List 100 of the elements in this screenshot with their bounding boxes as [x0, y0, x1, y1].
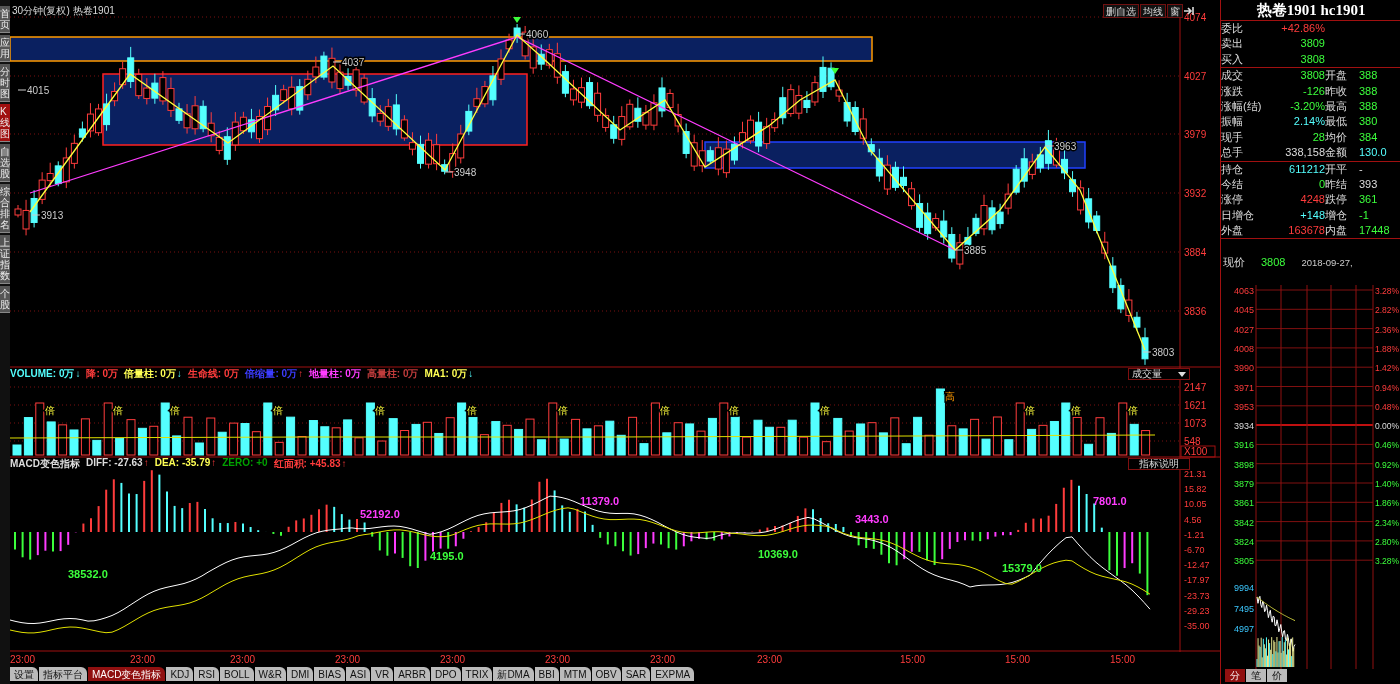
side-tab[interactable]: 综合排名 — [0, 184, 10, 233]
field-label: 日增仓 — [1221, 207, 1255, 223]
side-tab[interactable]: 分时图 — [0, 64, 10, 102]
field-value: 3809 — [1299, 36, 1325, 52]
axis-label: 2147 — [1184, 382, 1207, 393]
toolbar-button[interactable]: 窗 — [1167, 4, 1183, 18]
indicator-tab[interactable]: 新DMA — [493, 667, 534, 681]
axis-label: 4074 — [1184, 12, 1207, 23]
legend-item: 生命线: 0万 — [187, 367, 240, 381]
chart-tab[interactable]: 分 — [1225, 669, 1245, 683]
field-value: 361 — [1358, 192, 1379, 208]
side-tab[interactable]: K线图 — [0, 104, 10, 142]
volume-mark: 倍 — [1025, 405, 1036, 416]
field-label: 最高 — [1325, 98, 1348, 114]
axis-label: 3953 — [1233, 402, 1254, 413]
indicator-tab[interactable]: DPO — [430, 667, 461, 681]
indicator-tab[interactable]: W&R — [254, 667, 286, 681]
indicator-tab[interactable]: BIAS — [314, 667, 346, 681]
indicator-tab[interactable]: TRIX — [461, 667, 493, 681]
average-line — [1256, 596, 1296, 622]
indicator-tab[interactable]: RSI — [194, 667, 220, 681]
indicator-tab[interactable]: 指标平台 — [39, 667, 87, 681]
axis-label: 3836 — [1184, 306, 1207, 317]
field-label: 涨停 — [1221, 192, 1244, 208]
axis-label: 21.31 — [1184, 470, 1207, 479]
legend-item: MA1: 0万↓ — [424, 367, 474, 381]
field-label: 持仓 — [1221, 161, 1244, 177]
indicator-tab[interactable]: 设置 — [10, 667, 38, 681]
field-value: 130.0 — [1358, 145, 1388, 161]
indicator-tab[interactable]: KDJ — [166, 667, 194, 681]
axis-label: 3805 — [1233, 556, 1254, 567]
volume-mark: 倍 — [113, 405, 124, 416]
field-value: 338,158 — [1284, 145, 1325, 161]
volume-bars-drawing — [1256, 637, 1295, 668]
time-label: 15:00 — [1110, 654, 1136, 665]
axis-label: 2.34% — [1375, 518, 1400, 529]
axis-label: 3979 — [1184, 129, 1207, 140]
field-value: - — [1358, 161, 1364, 177]
axis-label: 1.40% — [1375, 479, 1400, 490]
indicator-tab[interactable]: BBI — [534, 667, 559, 681]
field-label: 振幅 — [1221, 114, 1244, 130]
axis-label: 3842 — [1233, 518, 1254, 529]
time-label: 23:00 — [440, 654, 466, 665]
field-label: 委比 — [1221, 21, 1244, 36]
axis-label: 15.82 — [1184, 484, 1207, 495]
chart-tab[interactable]: 笔 — [1246, 669, 1266, 683]
axis-label: 548 — [1184, 436, 1201, 447]
indicator-tab[interactable]: DMI — [286, 667, 314, 681]
axis-label: 3824 — [1233, 537, 1254, 548]
indicator-tab[interactable]: SAR — [621, 667, 651, 681]
axis-label: 0.00% — [1375, 421, 1400, 432]
time-label: 23:00 — [757, 654, 783, 665]
axis-label: 3934 — [1233, 421, 1254, 432]
field-label: 卖出 — [1221, 36, 1244, 52]
axis-label: 7495 — [1233, 603, 1254, 614]
field-label: 昨收 — [1325, 83, 1348, 99]
field-value: 3808 — [1299, 51, 1325, 67]
axis-label: -12.47 — [1184, 560, 1210, 571]
side-tab[interactable]: 首页 — [0, 6, 10, 33]
axis-label: 0.94% — [1375, 382, 1400, 393]
toolbar-button[interactable]: 删自选 — [1103, 4, 1139, 18]
field-value: 17448 — [1358, 223, 1391, 239]
chart-tab[interactable]: 价 — [1267, 669, 1287, 683]
side-tab[interactable]: 个股 — [0, 286, 10, 313]
axis-label: 1.88% — [1375, 344, 1400, 355]
indicator-tab[interactable]: BOLL — [220, 667, 254, 681]
field-label: 均价 — [1325, 129, 1348, 145]
indicator-dropdown[interactable]: 成交量 — [1128, 368, 1190, 380]
volume-mark: 倍 — [557, 405, 568, 416]
indicator-tab[interactable]: MTM — [559, 667, 591, 681]
axis-label: 1.86% — [1375, 498, 1400, 509]
macd-value-label: 52192.0 — [360, 508, 400, 520]
axis-label: -6.70 — [1184, 545, 1205, 555]
axis-label: 4008 — [1233, 344, 1254, 355]
field-value: -3.20% — [1289, 98, 1325, 114]
toolbar-button[interactable]: 均线 — [1140, 4, 1166, 18]
indicator-tab[interactable]: VR — [371, 667, 394, 681]
indicator-tab[interactable]: MACD变色指标 — [88, 667, 166, 681]
indicator-tab[interactable]: ARBR — [394, 667, 430, 681]
indicator-tab[interactable]: EXPMA — [651, 667, 695, 681]
axis-label: 3971 — [1233, 382, 1254, 393]
legend-item: 地量柱: 0万 — [309, 367, 361, 381]
field-label: 跌停 — [1325, 192, 1348, 208]
legend-item: 红面积: +45.83↑ — [273, 457, 347, 471]
help-button[interactable]: 指标说明 — [1128, 458, 1190, 470]
side-tab[interactable]: 上证指数 — [0, 235, 10, 284]
field-label: 总手 — [1221, 145, 1244, 161]
field-value: 163678 — [1287, 223, 1325, 239]
field-value: 3808 — [1299, 68, 1325, 84]
time-label: 23:00 — [130, 654, 156, 665]
side-tab[interactable]: 自选股 — [0, 144, 10, 182]
indicator-tab[interactable]: ASI — [346, 667, 371, 681]
time-label: 23:00 — [545, 654, 571, 665]
field-label: 外盘 — [1221, 223, 1244, 239]
field-label: 金额 — [1325, 145, 1348, 161]
field-value: -126 — [1301, 83, 1325, 99]
volume-mark: 倍 — [272, 405, 283, 416]
legend-item: 高量柱: 0万 — [366, 367, 419, 381]
axis-label: 2.82% — [1375, 305, 1400, 316]
indicator-tab[interactable]: OBV — [591, 667, 621, 681]
